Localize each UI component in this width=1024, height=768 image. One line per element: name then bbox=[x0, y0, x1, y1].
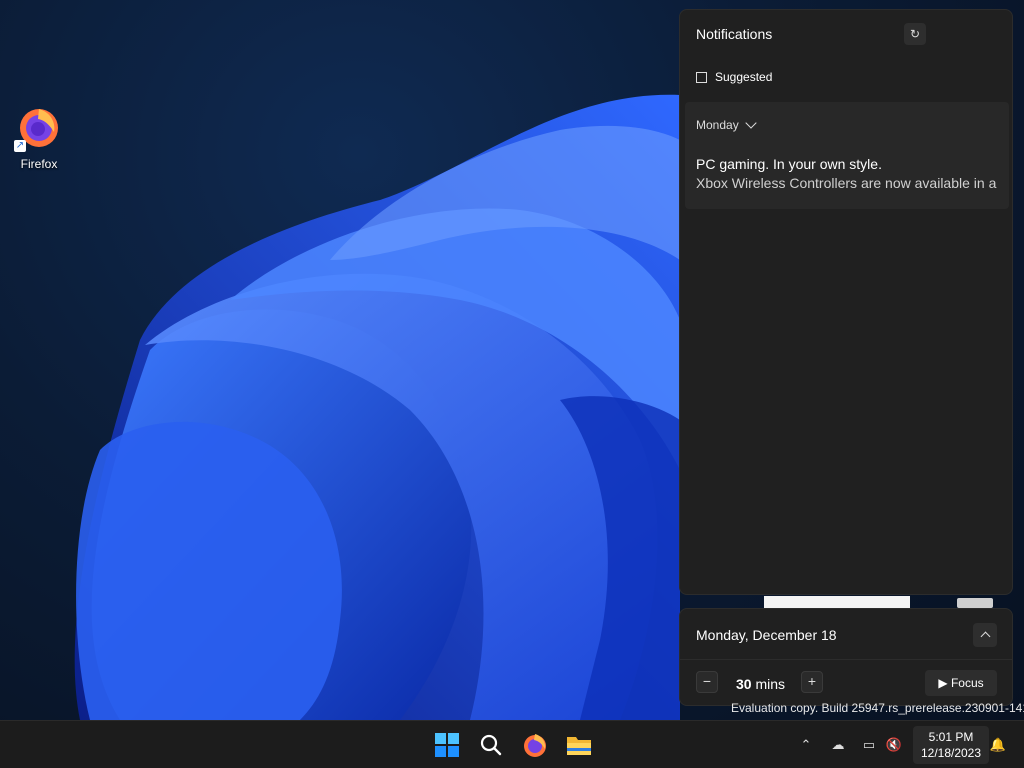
do-not-disturb-button[interactable]: ↻ bbox=[904, 23, 926, 45]
background-window-strip bbox=[957, 598, 993, 608]
play-icon: ▶ bbox=[938, 676, 948, 690]
collapse-calendar-button[interactable] bbox=[973, 623, 997, 647]
focus-minutes-value: 30 bbox=[736, 676, 752, 692]
focus-button[interactable]: ▶ Focus bbox=[925, 670, 997, 696]
file-explorer-icon bbox=[567, 737, 591, 755]
evaluation-watermark: Evaluation copy. Build 25947.rs_prerelea… bbox=[731, 701, 1024, 715]
decrease-focus-button[interactable]: − bbox=[696, 671, 718, 693]
suggested-icon bbox=[696, 71, 707, 83]
background-window-strip bbox=[764, 596, 910, 608]
notification-item[interactable]: PC gaming. In your own style. Xbox Wirel… bbox=[696, 155, 1004, 193]
do-not-disturb-icon: ↻ bbox=[909, 27, 921, 41]
taskbar: ⌃ ☁ ▭ 🔇 5:01 PM 12/18/2023 🔔 bbox=[0, 720, 1024, 768]
onedrive-status-icon[interactable]: ☁ bbox=[829, 737, 847, 753]
search-icon bbox=[480, 734, 502, 756]
calendar-date: Monday, December 18 bbox=[696, 627, 837, 643]
taskbar-firefox-button[interactable] bbox=[519, 729, 551, 761]
search-button[interactable] bbox=[475, 729, 507, 761]
network-icon[interactable]: ▭ bbox=[860, 737, 878, 753]
start-icon bbox=[435, 733, 459, 757]
file-explorer-button[interactable] bbox=[563, 729, 595, 761]
volume-muted-icon[interactable]: 🔇 bbox=[885, 737, 903, 753]
notification-center: Notifications ↻ Suggested Monday PC gami… bbox=[679, 9, 1013, 595]
desktop-icon-label: Firefox bbox=[20, 157, 58, 171]
chevron-down-icon bbox=[745, 117, 757, 129]
notifications-title: Notifications bbox=[696, 26, 773, 42]
increase-focus-button[interactable]: + bbox=[801, 671, 823, 693]
notification-group[interactable]: Monday PC gaming. In your own style. Xbo… bbox=[685, 102, 1009, 209]
start-button[interactable] bbox=[431, 729, 463, 761]
divider bbox=[680, 659, 1012, 660]
group-header[interactable]: Monday bbox=[696, 117, 757, 132]
focus-duration: 30 mins bbox=[736, 676, 785, 692]
notification-title: PC gaming. In your own style. bbox=[696, 156, 882, 172]
firefox-icon bbox=[524, 734, 546, 757]
notification-bell-button[interactable]: 🔔 bbox=[989, 737, 1007, 753]
shortcut-arrow-icon: ↗ bbox=[14, 140, 26, 152]
chevron-up-icon: ⌃ bbox=[800, 737, 812, 752]
clock-time: 5:01 PM bbox=[928, 730, 974, 744]
clock-date: 12/18/2023 bbox=[920, 746, 982, 760]
group-day-label: Monday bbox=[696, 118, 739, 132]
clock-button[interactable]: 5:01 PM 12/18/2023 bbox=[913, 726, 989, 764]
focus-minutes-unit: mins bbox=[755, 676, 786, 692]
desktop-icon-firefox[interactable]: ↗ Firefox bbox=[8, 104, 70, 171]
notification-body: Xbox Wireless Controllers are now availa… bbox=[696, 175, 997, 191]
chevron-up-icon bbox=[980, 631, 991, 642]
show-hidden-icons-button[interactable]: ⌃ bbox=[797, 737, 815, 753]
calendar-panel: Monday, December 18 − 30 mins + ▶ Focus bbox=[679, 608, 1013, 706]
suggested-label: Suggested bbox=[715, 70, 773, 84]
bell-icon: 🔔 bbox=[989, 737, 1007, 752]
suggested-section: Suggested bbox=[696, 70, 772, 84]
focus-button-label: Focus bbox=[950, 676, 984, 690]
